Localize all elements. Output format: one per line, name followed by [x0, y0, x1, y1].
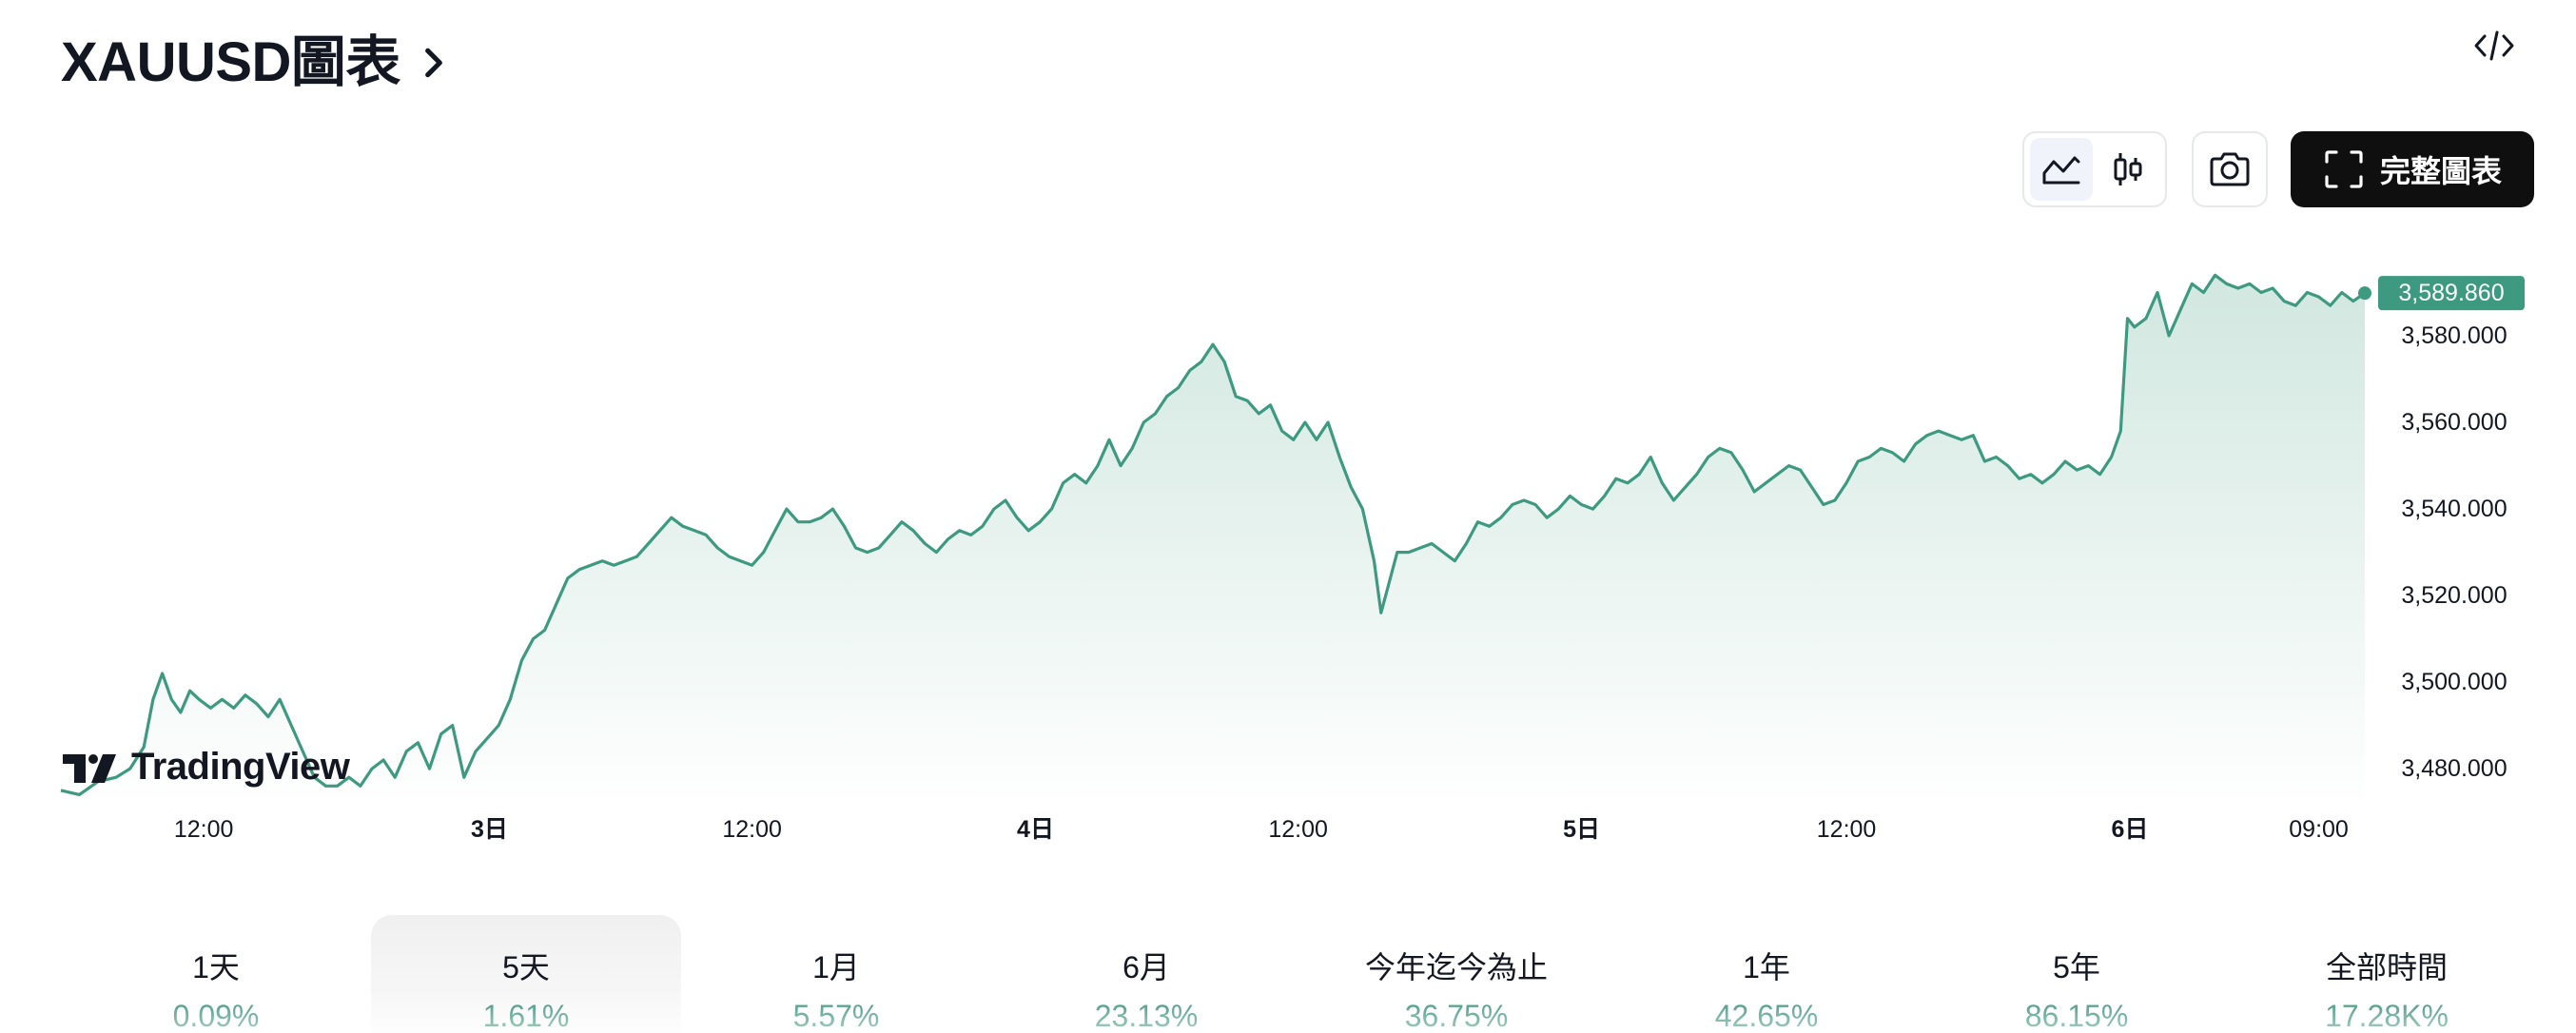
period-selector: 1天 0.09% 5天 1.61% 1月 5.57% 6月 23.13% 今年迄今為止 36.75… — [61, 915, 2542, 1033]
period-label: 全部時間 — [2325, 950, 2448, 984]
y-tick-label: 3,540.000 — [2401, 496, 2507, 522]
y-tick-label: 3,520.000 — [2401, 582, 2507, 609]
x-tick-label: 6日 — [2112, 816, 2149, 843]
expand-frame-icon — [2325, 150, 2363, 188]
x-tick-label: 3日 — [471, 816, 508, 843]
last-price-dot — [2358, 286, 2371, 301]
period-tab[interactable]: 5年 86.15% — [1922, 915, 2232, 1033]
period-label: 1月 — [812, 950, 860, 984]
x-tick-label: 12:00 — [722, 816, 782, 843]
chevron-right-icon — [425, 48, 442, 78]
y-tick-label: 3,480.000 — [2401, 755, 2507, 782]
x-tick-label: 5日 — [1563, 816, 1600, 843]
candlestick-icon — [2114, 153, 2142, 185]
period-tab[interactable]: 全部時間 17.28K% — [2232, 915, 2542, 1033]
period-label: 5天 — [502, 950, 550, 984]
period-tab[interactable]: 5天 1.61% — [371, 915, 681, 1033]
symbol-title-link[interactable]: XAUUSD圖表 — [61, 17, 452, 97]
x-tick-label: 12:00 — [1268, 816, 1328, 843]
price-axis: 3,580.000 3,560.000 3,540.000 3,520.000 3,50… — [2401, 322, 2507, 782]
period-change-value: 23.13% — [1094, 999, 1199, 1033]
period-label: 1天 — [192, 950, 240, 984]
period-change-value: 42.65% — [1714, 999, 1819, 1033]
price-chart[interactable]: 3,580.000 3,560.000 3,540.000 3,520.000 3,50… — [0, 228, 2576, 856]
last-price-label: 3,589.860 — [2398, 280, 2504, 306]
last-price-tag: 3,589.860 — [2378, 276, 2525, 311]
candlestick-button[interactable] — [2097, 138, 2159, 201]
period-label: 5年 — [2053, 950, 2100, 984]
period-label: 今年迄今為止 — [1364, 950, 1548, 984]
full-chart-button[interactable]: 完整圖表 — [2291, 131, 2534, 207]
camera-icon — [2210, 152, 2250, 186]
period-change-value: 36.75% — [1404, 999, 1509, 1033]
x-tick-label: 4日 — [1017, 816, 1054, 843]
x-tick-label: 12:00 — [1817, 816, 1877, 843]
period-tab[interactable]: 6月 23.13% — [991, 915, 1301, 1033]
tradingview-wordmark: TradingView — [131, 746, 350, 788]
y-tick-label: 3,560.000 — [2401, 409, 2507, 436]
period-tab[interactable]: 1年 42.65% — [1611, 915, 1922, 1033]
chart-type-toggle — [2022, 131, 2167, 207]
time-axis: 12:00 3日 12:00 4日 12:00 5日 12:00 6日 09:00 — [174, 816, 2349, 843]
y-tick-label: 3,580.000 — [2401, 322, 2507, 349]
price-area-fill — [61, 275, 2365, 807]
x-tick-label: 12:00 — [174, 816, 234, 843]
period-change-value: 17.28K% — [2325, 999, 2449, 1033]
period-change-value: 0.09% — [172, 999, 260, 1033]
period-tab[interactable]: 1月 5.57% — [681, 915, 991, 1033]
period-change-value: 1.61% — [482, 999, 570, 1033]
tradingview-mark-icon — [63, 753, 116, 783]
period-label: 1年 — [1743, 950, 1790, 984]
area-chart-icon — [2042, 156, 2080, 185]
period-label: 6月 — [1122, 950, 1170, 984]
embed-code-button[interactable] — [2464, 23, 2525, 68]
period-tab[interactable]: 今年迄今為止 36.75% — [1301, 915, 1611, 1033]
page-title: XAUUSD圖表 — [61, 31, 400, 93]
period-change-value: 5.57% — [792, 999, 880, 1033]
snapshot-button[interactable] — [2192, 131, 2268, 207]
x-tick-label: 09:00 — [2289, 816, 2349, 843]
full-chart-label: 完整圖表 — [2379, 154, 2502, 188]
tradingview-logo[interactable]: TradingView — [61, 746, 350, 789]
code-icon — [2474, 30, 2514, 61]
area-chart-button[interactable] — [2030, 138, 2093, 201]
period-change-value: 86.15% — [2024, 999, 2129, 1033]
y-tick-label: 3,500.000 — [2401, 669, 2507, 695]
period-tab[interactable]: 1天 0.09% — [61, 915, 371, 1033]
